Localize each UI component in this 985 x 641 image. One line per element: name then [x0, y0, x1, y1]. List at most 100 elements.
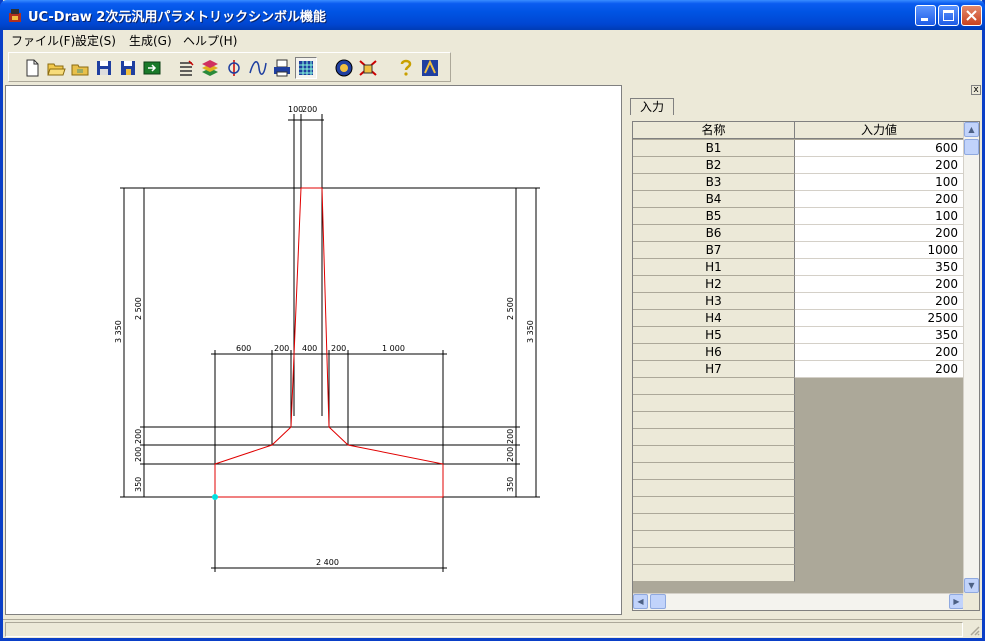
param-value-cell[interactable]: 200	[795, 157, 964, 174]
open-library-button[interactable]	[69, 57, 91, 79]
param-value-cell[interactable]: 200	[795, 361, 964, 378]
layers-icon	[202, 60, 218, 76]
table-row[interactable]: B3 100	[633, 174, 964, 191]
param-name-cell: B7	[633, 242, 795, 259]
export-icon	[143, 61, 161, 75]
minimize-button[interactable]	[915, 5, 936, 26]
title-bar[interactable]: UC-Draw 2次元汎用パラメトリックシンボル機能	[0, 0, 985, 30]
help-button[interactable]	[395, 57, 417, 79]
dim-label: 3 350	[114, 320, 123, 343]
scroll-left-button[interactable]: ◀	[633, 594, 648, 609]
menu-file[interactable]: ファイル(F)	[11, 32, 75, 49]
param-value-cell[interactable]: 200	[795, 276, 964, 293]
param-value-cell[interactable]: 200	[795, 293, 964, 310]
empty-row	[633, 463, 964, 480]
empty-row	[633, 378, 964, 395]
about-icon	[422, 59, 438, 76]
empty-value-cell	[795, 412, 964, 429]
empty-row	[633, 514, 964, 531]
param-name-cell: H2	[633, 276, 795, 293]
param-value-cell[interactable]: 100	[795, 174, 964, 191]
menu-settings[interactable]: 設定(S)	[75, 32, 116, 49]
export-button[interactable]	[141, 57, 163, 79]
dim-label: 2 400	[316, 558, 339, 567]
open-folder-icon	[47, 63, 66, 76]
print-button[interactable]	[271, 57, 293, 79]
menu-generate[interactable]: 生成(G)	[129, 32, 172, 49]
column-header-value[interactable]: 入力値	[795, 122, 964, 139]
empty-name-cell	[633, 497, 795, 514]
table-row[interactable]: H5 350	[633, 327, 964, 344]
table-row[interactable]: H6 200	[633, 344, 964, 361]
param-value-cell[interactable]: 1000	[795, 242, 964, 259]
empty-value-cell	[795, 378, 964, 395]
grid-header: 名称 入力値	[633, 122, 964, 140]
open-folder-button[interactable]	[45, 57, 67, 79]
param-value-cell[interactable]: 200	[795, 225, 964, 242]
menu-help[interactable]: ヘルプ(H)	[183, 32, 237, 49]
print-icon	[274, 59, 290, 77]
curve-button[interactable]	[247, 57, 269, 79]
maximize-icon	[943, 10, 954, 21]
horizontal-scroll-thumb[interactable]	[650, 594, 666, 609]
resize-grip-icon[interactable]	[968, 624, 980, 636]
param-value-cell[interactable]: 2500	[795, 310, 964, 327]
transform-button[interactable]	[223, 57, 245, 79]
table-row[interactable]: B4 200	[633, 191, 964, 208]
grid-button[interactable]	[295, 57, 317, 79]
param-value-cell[interactable]: 200	[795, 344, 964, 361]
param-value-cell[interactable]: 200	[795, 191, 964, 208]
scroll-right-button[interactable]: ▶	[949, 594, 964, 609]
dim-label: 350	[506, 477, 515, 492]
parametric-drawing[interactable]: 100 200 600 200 400 200 1 000 2 400 3 35…	[6, 86, 621, 614]
table-row[interactable]: B1 600	[633, 140, 964, 157]
empty-name-cell	[633, 480, 795, 497]
dim-label: 200	[331, 344, 346, 353]
dim-label: 200	[506, 447, 515, 462]
save-button[interactable]	[93, 57, 115, 79]
empty-row	[633, 412, 964, 429]
table-row[interactable]: H4 2500	[633, 310, 964, 327]
param-value-cell[interactable]: 100	[795, 208, 964, 225]
table-row[interactable]: H2 200	[633, 276, 964, 293]
settings-button[interactable]	[357, 57, 379, 79]
info-button[interactable]	[333, 57, 355, 79]
param-value-cell[interactable]: 600	[795, 140, 964, 157]
table-row[interactable]: H1 350	[633, 259, 964, 276]
vertical-scrollbar[interactable]: ▲ ▼	[963, 122, 979, 593]
dim-label: 200	[134, 429, 143, 444]
horizontal-scrollbar[interactable]: ◀ ▶	[633, 593, 964, 610]
panel-close-button[interactable]: x	[971, 85, 981, 95]
param-name-cell: B5	[633, 208, 795, 225]
help-icon	[400, 59, 412, 76]
list-button[interactable]	[175, 57, 197, 79]
table-row[interactable]: B7 1000	[633, 242, 964, 259]
window-title: UC-Draw 2次元汎用パラメトリックシンボル機能	[28, 10, 326, 25]
tab-input[interactable]: 入力	[630, 98, 674, 115]
layers-button[interactable]	[199, 57, 221, 79]
scroll-down-button[interactable]: ▼	[964, 578, 979, 593]
table-row[interactable]: H3 200	[633, 293, 964, 310]
table-row[interactable]: B6 200	[633, 225, 964, 242]
origin-point[interactable]	[212, 494, 218, 500]
table-row[interactable]: B2 200	[633, 157, 964, 174]
column-header-name[interactable]: 名称	[633, 122, 795, 139]
save-as-button[interactable]	[117, 57, 139, 79]
dim-label: 600	[236, 344, 251, 353]
empty-value-cell	[795, 395, 964, 412]
list-icon	[180, 60, 194, 76]
empty-name-cell	[633, 412, 795, 429]
dim-label: 1 000	[382, 344, 405, 353]
empty-name-cell	[633, 429, 795, 446]
new-file-button[interactable]	[21, 57, 43, 79]
maximize-button[interactable]	[938, 5, 959, 26]
vertical-scroll-thumb[interactable]	[964, 139, 979, 155]
table-row[interactable]: H7 200	[633, 361, 964, 378]
param-value-cell[interactable]: 350	[795, 327, 964, 344]
drawing-canvas[interactable]: 100 200 600 200 400 200 1 000 2 400 3 35…	[5, 85, 622, 615]
close-button[interactable]	[961, 5, 982, 26]
about-button[interactable]	[419, 57, 441, 79]
scroll-up-button[interactable]: ▲	[964, 122, 979, 137]
param-value-cell[interactable]: 350	[795, 259, 964, 276]
table-row[interactable]: B5 100	[633, 208, 964, 225]
